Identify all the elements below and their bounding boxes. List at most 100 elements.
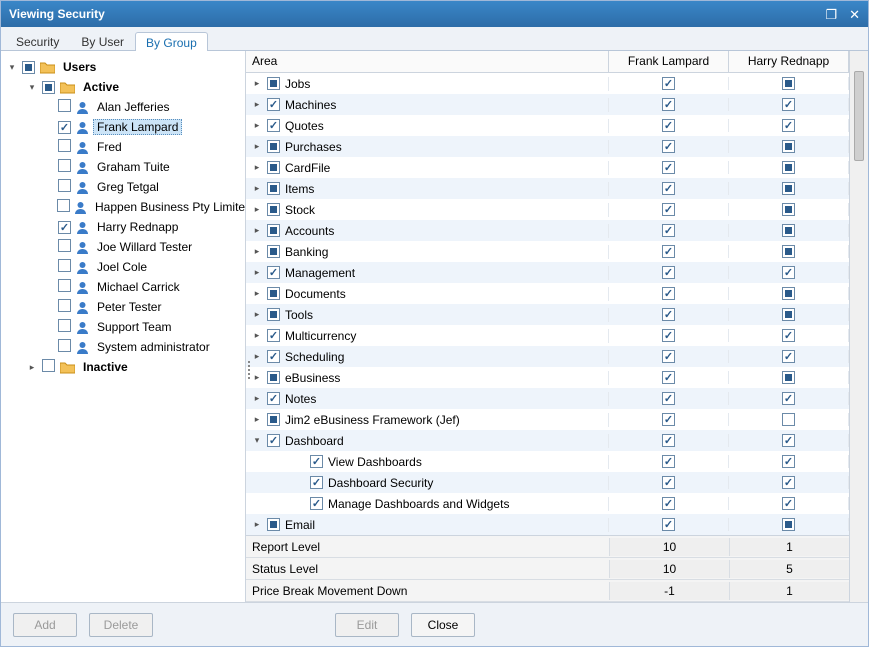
checkbox-user[interactable] [58,319,71,332]
grid-row[interactable]: ▸Multicurrency [246,325,849,346]
expand-icon[interactable]: ▸ [252,78,262,89]
expand-icon[interactable]: ▸ [252,267,262,278]
checkbox-area[interactable] [267,77,280,90]
expand-icon[interactable]: ▸ [252,246,262,257]
checkbox-user[interactable] [58,159,71,172]
expand-icon[interactable]: ▾ [252,435,262,446]
checkbox-area[interactable] [267,287,280,300]
checkbox-col-2[interactable] [782,245,795,258]
checkbox-area[interactable] [267,371,280,384]
expand-icon[interactable]: ▸ [252,351,262,362]
checkbox-col-2[interactable] [782,224,795,237]
checkbox-area[interactable] [267,119,280,132]
grid-row[interactable]: View Dashboards [246,451,849,472]
checkbox-area[interactable] [310,455,323,468]
tree-user-item[interactable]: Peter Tester [3,297,243,317]
add-button[interactable]: Add [13,613,77,637]
tab-security[interactable]: Security [5,31,70,50]
edit-button[interactable]: Edit [335,613,399,637]
expand-icon[interactable]: ▸ [252,162,262,173]
expand-icon[interactable]: ▸ [252,141,262,152]
checkbox-area[interactable] [267,350,280,363]
checkbox-col-1[interactable] [662,497,675,510]
checkbox-area[interactable] [267,413,280,426]
checkbox-col-1[interactable] [662,140,675,153]
grid-row[interactable]: Manage Dashboards and Widgets [246,493,849,514]
checkbox-area[interactable] [267,434,280,447]
tree-user-item[interactable]: Joe Willard Tester [3,237,243,257]
tree-user-item[interactable]: Frank Lampard [3,117,243,137]
checkbox-col-2[interactable] [782,119,795,132]
checkbox-col-2[interactable] [782,476,795,489]
expand-icon[interactable]: ▸ [252,120,262,131]
tab-by-group[interactable]: By Group [135,32,208,51]
checkbox-area[interactable] [267,518,280,531]
checkbox-col-1[interactable] [662,182,675,195]
expand-icon[interactable]: ▸ [252,309,262,320]
user-tree[interactable]: ▾ Users ▾ Active Alan JefferiesFrank Lam… [1,51,246,602]
checkbox-col-2[interactable] [782,518,795,531]
grid-row[interactable]: ▸Items [246,178,849,199]
scroll-thumb[interactable] [854,71,864,161]
splitter-handle[interactable] [246,361,252,379]
grid-row[interactable]: Dashboard Security [246,472,849,493]
tree-user-item[interactable]: Greg Tetgal [3,177,243,197]
checkbox-col-2[interactable] [782,497,795,510]
grid-row[interactable]: ▸Tools [246,304,849,325]
expand-icon[interactable]: ▸ [252,330,262,341]
expand-icon[interactable]: ▸ [252,372,262,383]
checkbox-col-1[interactable] [662,455,675,468]
checkbox-user[interactable] [58,179,71,192]
tab-by-user[interactable]: By User [70,31,135,50]
restore-icon[interactable]: ❐ [825,8,837,21]
checkbox-col-1[interactable] [662,245,675,258]
checkbox-user[interactable] [58,99,71,112]
expand-icon[interactable]: ▾ [7,62,17,73]
checkbox-user[interactable] [58,239,71,252]
checkbox-area[interactable] [267,308,280,321]
expand-icon[interactable]: ▸ [252,288,262,299]
checkbox-col-2[interactable] [782,434,795,447]
checkbox-col-2[interactable] [782,182,795,195]
checkbox-area[interactable] [267,245,280,258]
checkbox-col-2[interactable] [782,413,795,426]
column-header-user-2[interactable]: Harry Rednapp [729,51,849,72]
checkbox-col-1[interactable] [662,329,675,342]
checkbox-col-2[interactable] [782,392,795,405]
checkbox-col-1[interactable] [662,98,675,111]
checkbox-area[interactable] [267,329,280,342]
checkbox-col-1[interactable] [662,413,675,426]
checkbox-area[interactable] [267,266,280,279]
checkbox-user[interactable] [58,299,71,312]
checkbox-col-1[interactable] [662,266,675,279]
checkbox-area[interactable] [267,140,280,153]
vertical-scrollbar[interactable] [850,51,868,602]
checkbox-user[interactable] [58,139,71,152]
checkbox-area[interactable] [267,224,280,237]
checkbox-col-2[interactable] [782,308,795,321]
expand-icon[interactable]: ▸ [252,519,262,530]
checkbox-col-1[interactable] [662,224,675,237]
checkbox-col-2[interactable] [782,140,795,153]
checkbox-area[interactable] [267,98,280,111]
checkbox-col-1[interactable] [662,518,675,531]
checkbox-user[interactable] [58,339,71,352]
expand-icon[interactable]: ▸ [252,204,262,215]
column-header-user-1[interactable]: Frank Lampard [609,51,729,72]
checkbox-col-1[interactable] [662,392,675,405]
grid-row[interactable]: ▸Documents [246,283,849,304]
tree-node-users[interactable]: ▾ Users [3,57,243,77]
checkbox-col-1[interactable] [662,371,675,384]
checkbox-area[interactable] [267,182,280,195]
checkbox-col-1[interactable] [662,119,675,132]
tree-user-item[interactable]: Support Team [3,317,243,337]
checkbox-col-2[interactable] [782,455,795,468]
expand-icon[interactable]: ▸ [27,362,37,373]
grid-row[interactable]: ▸Jim2 eBusiness Framework (Jef) [246,409,849,430]
tree-user-item[interactable]: Michael Carrick [3,277,243,297]
expand-icon[interactable]: ▸ [252,393,262,404]
checkbox-area[interactable] [267,392,280,405]
grid-row[interactable]: ▸Management [246,262,849,283]
checkbox-col-2[interactable] [782,287,795,300]
tree-user-item[interactable]: Harry Rednapp [3,217,243,237]
